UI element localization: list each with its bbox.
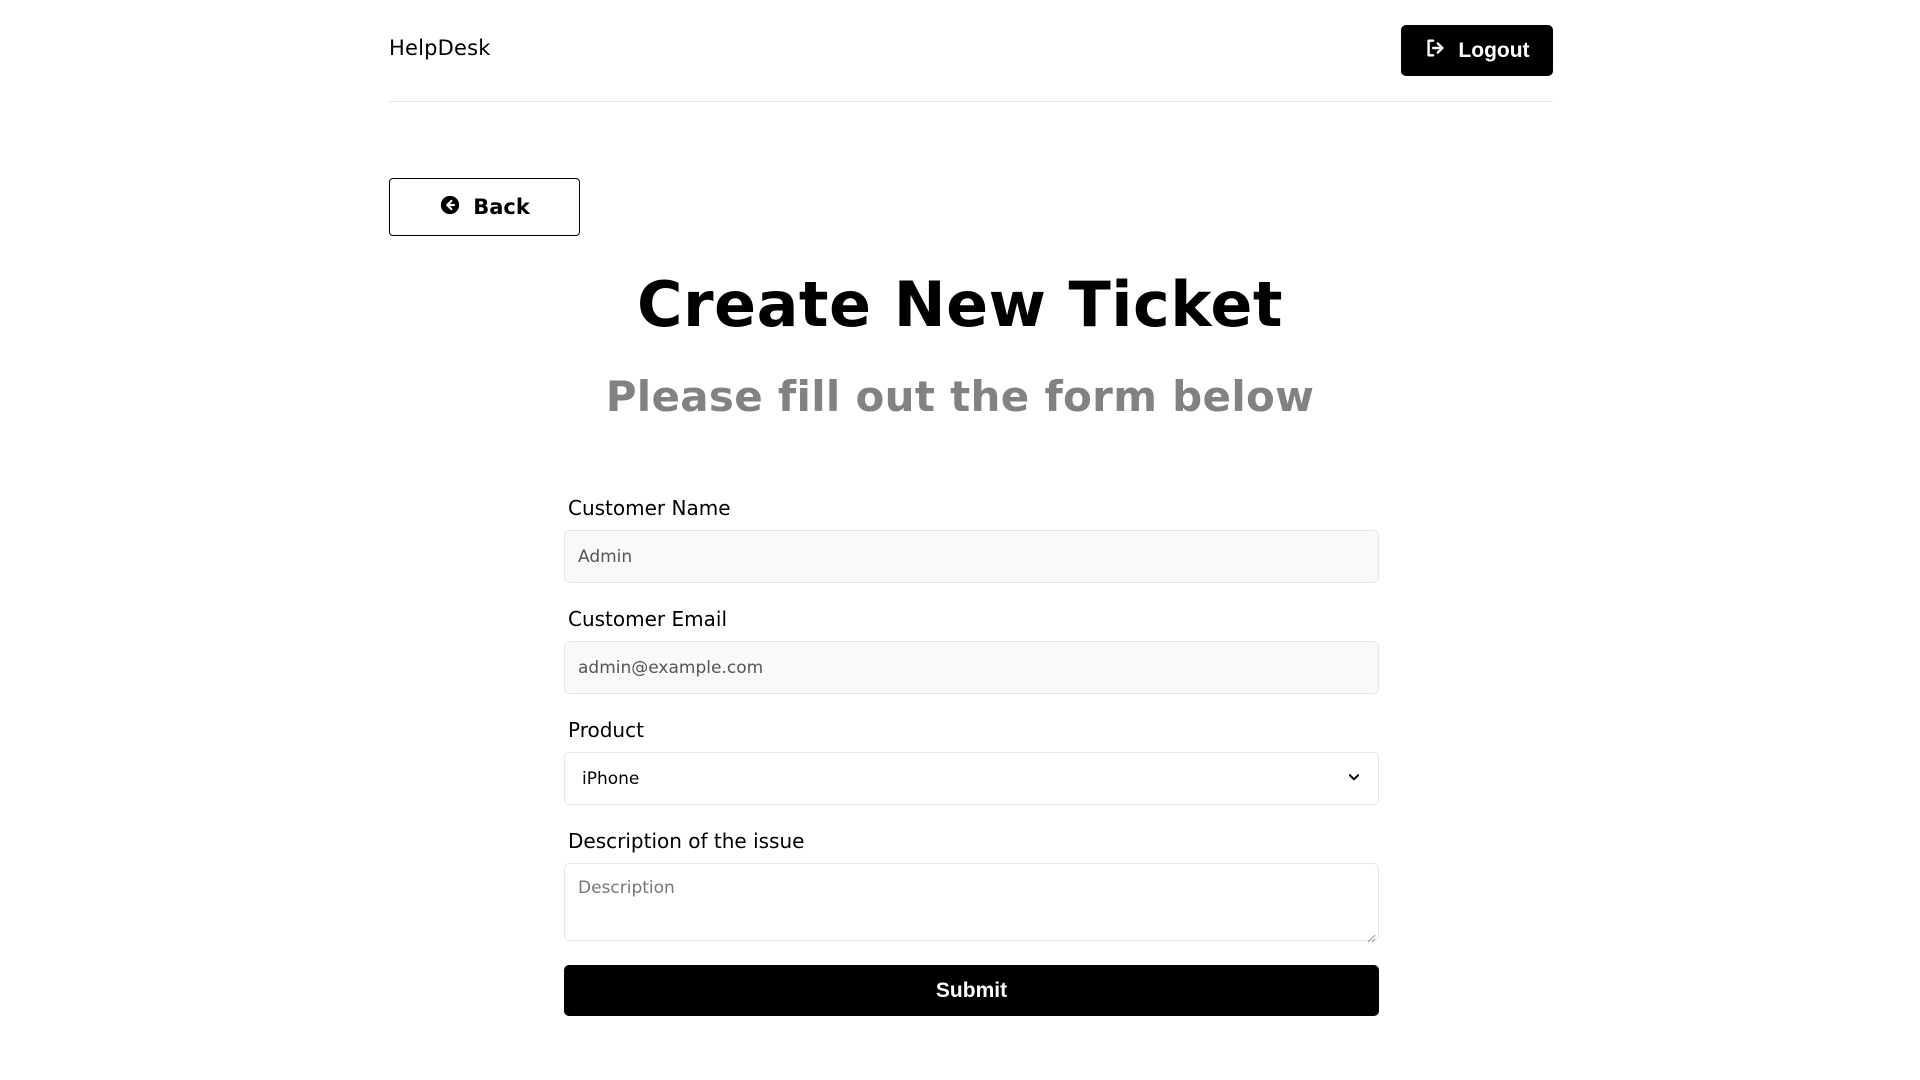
customer-email-group: Customer Email admin@example.com bbox=[564, 607, 1379, 694]
customer-name-group: Customer Name Admin bbox=[564, 496, 1379, 583]
back-label: Back bbox=[473, 195, 530, 219]
product-selected-value: iPhone bbox=[582, 768, 640, 789]
description-placeholder: Description bbox=[578, 878, 675, 898]
customer-email-label: Customer Email bbox=[568, 607, 727, 631]
page-title: Create New Ticket bbox=[636, 268, 1284, 341]
back-button[interactable]: Back bbox=[389, 178, 580, 236]
logout-button[interactable]: Logout bbox=[1401, 25, 1553, 76]
chevron-down-icon bbox=[1347, 769, 1361, 789]
app-header: HelpDesk Logout bbox=[389, 0, 1553, 102]
product-select[interactable]: iPhone bbox=[564, 752, 1379, 805]
customer-name-field[interactable]: Admin bbox=[564, 530, 1379, 583]
description-group: Description of the issue Description bbox=[564, 829, 1379, 943]
description-label: Description of the issue bbox=[568, 829, 805, 853]
product-group: Product iPhone bbox=[564, 718, 1379, 805]
submit-button[interactable]: Submit bbox=[564, 965, 1379, 1016]
logout-label: Logout bbox=[1458, 38, 1530, 62]
sign-out-icon bbox=[1424, 37, 1446, 65]
product-label: Product bbox=[568, 718, 644, 742]
helpdesk-logo-link[interactable]: HelpDesk bbox=[389, 36, 491, 60]
resize-handle-icon[interactable] bbox=[1366, 928, 1376, 943]
create-ticket-form: Customer Name Admin Customer Email admin… bbox=[564, 496, 1379, 1016]
customer-name-label: Customer Name bbox=[568, 496, 731, 520]
customer-email-field[interactable]: admin@example.com bbox=[564, 641, 1379, 694]
description-textarea[interactable]: Description bbox=[564, 863, 1379, 943]
page-subtitle: Please fill out the form below bbox=[605, 372, 1315, 421]
arrow-circle-left-icon bbox=[439, 194, 461, 221]
